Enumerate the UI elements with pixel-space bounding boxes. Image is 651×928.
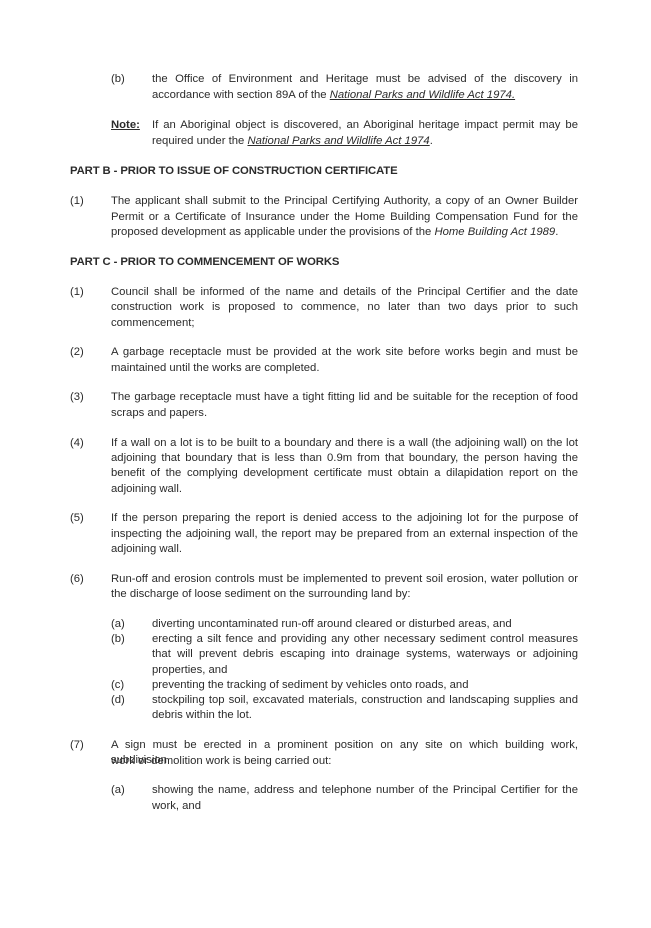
- sub-item-label: (a): [111, 618, 125, 630]
- text-span: .: [429, 135, 433, 147]
- note-label: Note:: [111, 119, 140, 131]
- item-label: (3): [70, 391, 84, 403]
- item-text-line: If a wall on a lot is to be built to a b…: [111, 437, 578, 449]
- text-span: required under the: [152, 135, 248, 147]
- note-text-line: required under the National Parks and Wi…: [152, 134, 578, 149]
- item-text-line: adjoining wall.: [111, 543, 182, 555]
- item-text-line: The garbage receptacle must have a tight…: [111, 391, 578, 403]
- item-text-line: The applicant shall submit to the Princi…: [111, 195, 578, 207]
- sub-item-text-line: properties, and: [152, 664, 228, 676]
- sub-item-text-line: erecting a silt fence and providing any …: [152, 633, 578, 645]
- item-label: (1): [70, 286, 84, 298]
- item-text-line: work or demolition work is being carried…: [111, 755, 332, 767]
- text-span: proposed development as applicable under…: [111, 226, 435, 238]
- sub-item-label: (c): [111, 679, 125, 691]
- item-text-line: the Office of Environment and Heritage m…: [152, 73, 578, 85]
- item-text-line: Council shall be informed of the name an…: [111, 286, 578, 298]
- sub-item-label: (a): [111, 784, 125, 796]
- item-label: (b): [111, 73, 125, 85]
- text-span: .: [555, 226, 559, 238]
- sub-item-text-line: diverting uncontaminated run-off around …: [152, 618, 512, 630]
- sub-item-label: (d): [111, 694, 125, 706]
- item-label: (6): [70, 573, 84, 585]
- item-text-line: If the person preparing the report is de…: [111, 512, 578, 524]
- item-text-line: A garbage receptacle must be provided at…: [111, 346, 578, 358]
- item-text-line: adjoining wall.: [111, 483, 182, 495]
- sub-item-label: (b): [111, 633, 125, 645]
- item-text-line: commencement;: [111, 317, 195, 329]
- sub-item-text-line: preventing the tracking of sediment by v…: [152, 679, 469, 691]
- item-text-line: construction work is proposed to commenc…: [111, 301, 578, 313]
- item-text-line: proposed development as applicable under…: [111, 225, 578, 240]
- sub-item-text-line: stockpiling top soil, excavated material…: [152, 694, 578, 706]
- item-text-line: adjoining that boundary that is less tha…: [111, 452, 578, 464]
- item-text-line: maintained until the works are completed…: [111, 362, 320, 374]
- part-c-heading: PART C - PRIOR TO COMMENCEMENT OF WORKS: [70, 256, 340, 268]
- item-text-line: the discharge of loose sediment on the s…: [111, 588, 411, 600]
- sub-item-text-line: that will prevent debris escaping into d…: [152, 648, 578, 660]
- text-span: accordance with section 89A of the: [152, 89, 330, 101]
- item-label: (4): [70, 437, 84, 449]
- sub-item-text-line: work, and: [152, 800, 201, 812]
- item-text-line: Run-off and erosion controls must be imp…: [111, 573, 578, 585]
- part-b-heading: PART B - PRIOR TO ISSUE OF CONSTRUCTION …: [70, 165, 398, 177]
- item-label: (7): [70, 739, 84, 751]
- item-text-line: Permit or a Certificate of Insurance und…: [111, 211, 578, 223]
- item-text-line: scraps and papers.: [111, 407, 208, 419]
- note-text-line: If an Aboriginal object is discovered, a…: [152, 119, 578, 131]
- item-text-line: accordance with section 89A of the Natio…: [152, 88, 578, 103]
- sub-item-text-line: showing the name, address and telephone …: [152, 784, 578, 796]
- item-text-line: inspecting the adjoining wall, the repor…: [111, 528, 578, 540]
- sub-item-text-line: debris within the lot.: [152, 709, 252, 721]
- item-text-line: benefit of the complying development cer…: [111, 467, 578, 479]
- item-label: (5): [70, 512, 84, 524]
- item-label: (2): [70, 346, 84, 358]
- act-reference: Home Building Act 1989: [434, 226, 556, 238]
- act-reference-link: National Parks and Wildlife Act 1974.: [329, 89, 516, 101]
- act-reference-link: National Parks and Wildlife Act 1974: [247, 135, 430, 147]
- item-label: (1): [70, 195, 84, 207]
